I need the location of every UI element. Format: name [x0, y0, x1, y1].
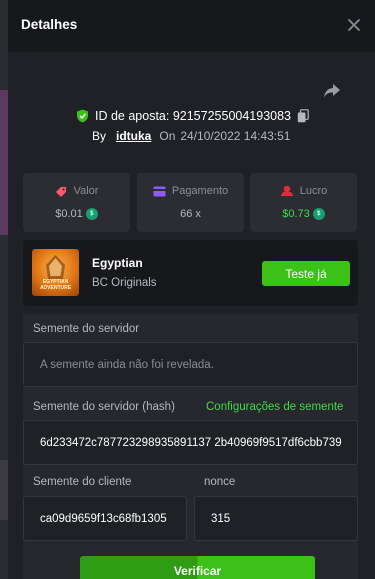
- server-seed-label: Semente do servidor: [33, 323, 140, 335]
- verify-button[interactable]: Verificar: [80, 556, 315, 579]
- bet-author-row: By idtuka On 24/10/2022 14:43:51: [92, 128, 290, 144]
- stat-payout: Pagamento 66 x: [137, 173, 244, 232]
- client-seed-field[interactable]: ca09d9659f13c68fb1305: [23, 496, 187, 541]
- share-icon[interactable]: [322, 82, 342, 100]
- bet-amount-icon: [55, 187, 66, 197]
- by-label: By: [92, 129, 107, 143]
- game-card: EGYPTIAN ADVENTURE Egyptian BC Originals…: [23, 240, 358, 306]
- payout-icon: [153, 186, 166, 196]
- try-game-button[interactable]: Teste já: [262, 261, 350, 286]
- stat-amount: Valor $0.01 $: [23, 173, 130, 232]
- bet-id: ID de aposta: 92157255004193083: [95, 109, 292, 123]
- stat-value: $0.73: [282, 208, 310, 220]
- game-provider: BC Originals: [92, 277, 157, 289]
- copy-icon[interactable]: [297, 109, 309, 123]
- client-seed-label: Semente do cliente: [33, 476, 132, 488]
- nonce-label: nonce: [204, 476, 236, 488]
- username-link[interactable]: idtuka: [116, 129, 151, 143]
- coin-icon: $: [312, 208, 325, 220]
- stat-label: Pagamento: [171, 185, 229, 197]
- stat-label: Valor: [73, 185, 99, 197]
- coin-icon: $: [85, 208, 98, 220]
- game-thumbnail[interactable]: EGYPTIAN ADVENTURE: [32, 249, 79, 296]
- server-seed-field[interactable]: A semente ainda não foi revelada.: [23, 342, 358, 387]
- stat-value: $0.01: [55, 208, 83, 220]
- close-icon[interactable]: [344, 15, 364, 35]
- profit-icon: [280, 185, 294, 196]
- game-name: Egyptian: [92, 256, 143, 270]
- stat-profit: Lucro $0.73 $: [250, 173, 357, 232]
- bet-details-modal: Detalhes ID de aposta: 92157255004193083…: [8, 0, 375, 579]
- seed-panel: Semente do servidor A semente ainda não …: [23, 314, 358, 579]
- on-label: On: [159, 129, 176, 143]
- shield-check-icon: [77, 109, 88, 123]
- server-hash-field[interactable]: 6d233472c787723298935891137 2b40969f9517…: [23, 420, 358, 465]
- game-thumbnail-title: EGYPTIAN ADVENTURE: [39, 279, 72, 291]
- seed-settings-link[interactable]: Configurações de semente: [206, 401, 343, 413]
- bet-id-row: ID de aposta: 92157255004193083: [76, 108, 309, 124]
- modal-title: Detalhes: [21, 17, 78, 32]
- nonce-field[interactable]: 315: [194, 496, 358, 541]
- bet-datetime: 24/10/2022 14:43:51: [180, 129, 291, 143]
- stat-value: 66 x: [180, 208, 201, 220]
- server-hash-label: Semente do servidor (hash): [33, 401, 175, 413]
- modal-header: Detalhes: [8, 0, 375, 52]
- stat-label: Lucro: [299, 185, 328, 197]
